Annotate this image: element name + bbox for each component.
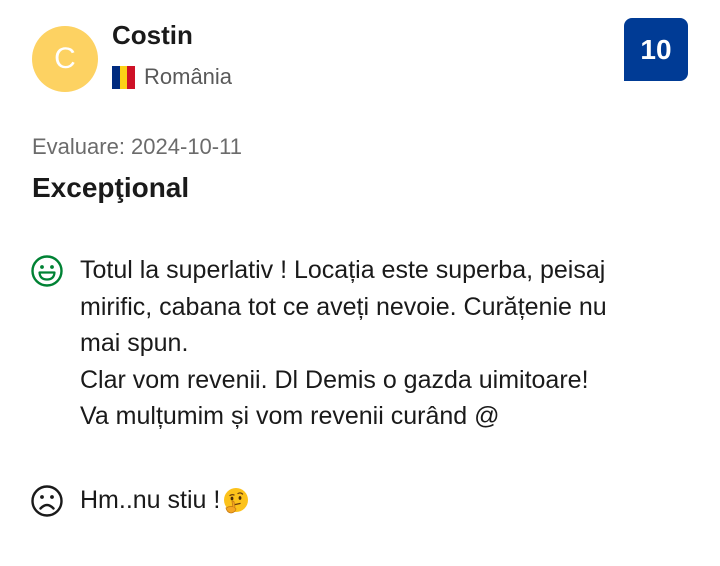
negative-review-line: Hm..nu stiu ! [80, 486, 221, 514]
negative-review: Hm..nu stiu ! [30, 482, 700, 519]
reviewer-country: România [112, 62, 232, 92]
positive-review-line: Clar vom revenii. Dl Demis o gazda uimit… [80, 365, 589, 394]
romania-flag-icon [112, 65, 136, 89]
positive-review-text: Totul la superlativ ! Locația este super… [80, 252, 607, 435]
review-title: Excepţional [32, 172, 190, 203]
reviewer-name: Costin [112, 20, 193, 50]
country-name: România [144, 64, 233, 89]
smiley-face-icon [31, 255, 63, 287]
positive-review: Totul la superlativ ! Locația este super… [30, 252, 700, 435]
negative-review-text: Hm..nu stiu ! [80, 482, 251, 519]
positive-review-line: Totul la superlativ ! Locația este super… [80, 256, 606, 284]
score-badge: 10 [624, 18, 688, 81]
positive-review-line: mirific, cabana tot ce aveți nevoie. Cur… [80, 292, 607, 321]
frown-face-icon [31, 485, 63, 517]
review-date: Evaluare: 2024-10-11 [32, 134, 242, 159]
positive-review-line: Va mulțumim și vom revenii curând @ [80, 402, 500, 430]
thinking-face-emoji-icon [224, 488, 249, 514]
avatar: C [32, 26, 98, 92]
positive-review-line: mai spun. [80, 329, 189, 357]
avatar-initial: C [54, 42, 76, 75]
